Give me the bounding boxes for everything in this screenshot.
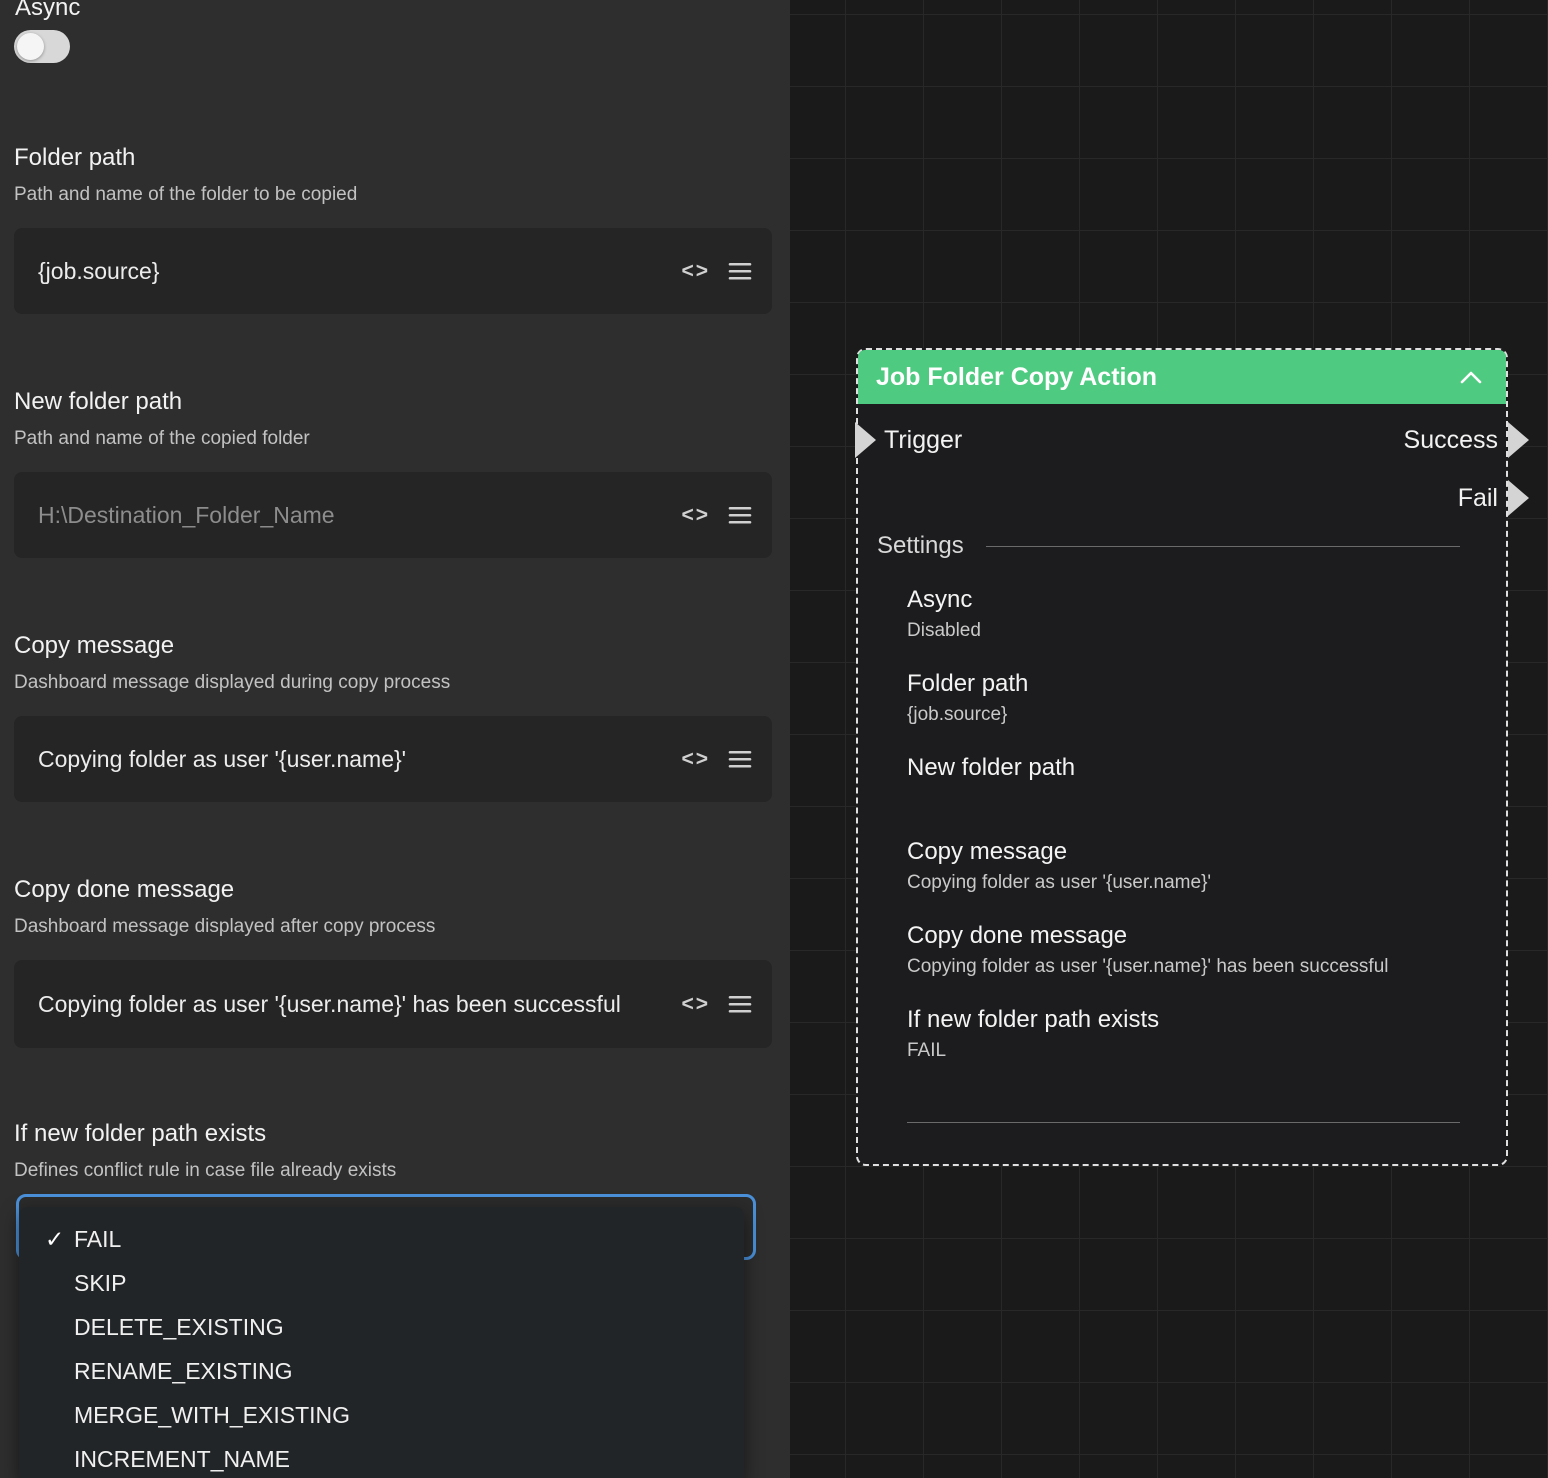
trigger-port-label: Trigger (884, 426, 962, 455)
field-group-folder-path: Folder path Path and name of the folder … (14, 144, 772, 314)
setting-value (907, 788, 1460, 812)
fail-port-label: Fail (858, 478, 1506, 518)
setting-label: Copy message (907, 838, 1460, 866)
field-group-conflict-rule: If new folder path exists Defines confli… (14, 1120, 772, 1204)
dropdown-option-rename-existing[interactable]: RENAME_EXISTING (19, 1349, 744, 1393)
field-description: Path and name of the copied folder (14, 428, 772, 450)
field-label: Folder path (14, 144, 772, 172)
setting-value: FAIL (907, 1040, 1460, 1064)
folder-path-input[interactable]: {job.source} <> (14, 228, 772, 314)
field-label: Copy done message (14, 876, 772, 904)
setting-label: If new folder path exists (907, 1006, 1460, 1034)
settings-divider (986, 546, 1460, 547)
node-setting-async: Async Disabled (907, 586, 1460, 644)
option-label: FAIL (74, 1226, 121, 1253)
copy-message-input[interactable]: Copying folder as user '{user.name}' <> (14, 716, 772, 802)
field-label: Copy message (14, 632, 772, 660)
field-group-new-folder-path: New folder path Path and name of the cop… (14, 388, 772, 558)
list-icon[interactable] (728, 505, 752, 525)
field-group-copy-done-message: Copy done message Dashboard message disp… (14, 876, 772, 1048)
dropdown-option-delete-existing[interactable]: DELETE_EXISTING (19, 1305, 744, 1349)
dropdown-option-merge-with-existing[interactable]: MERGE_WITH_EXISTING (19, 1393, 744, 1437)
setting-label: Async (907, 586, 1460, 614)
field-description: Path and name of the folder to be copied (14, 184, 772, 206)
success-output-port[interactable] (1508, 422, 1529, 458)
dropdown-option-fail[interactable]: ✓ FAIL (19, 1217, 744, 1261)
node-setting-copy-message: Copy message Copying folder as user '{us… (907, 838, 1460, 896)
list-icon[interactable] (728, 749, 752, 769)
properties-panel: Async Folder path Path and name of the f… (0, 0, 790, 1478)
check-icon: ✓ (45, 1226, 67, 1253)
toggle-knob (17, 33, 44, 60)
input-value: {job.source} (38, 254, 159, 289)
code-icon[interactable]: <> (681, 255, 710, 287)
field-group-copy-message: Copy message Dashboard message displayed… (14, 632, 772, 802)
code-icon[interactable]: <> (681, 499, 710, 531)
node-settings-list: Async Disabled Folder path {job.source} … (858, 560, 1506, 1064)
option-label: MERGE_WITH_EXISTING (74, 1402, 350, 1429)
setting-value: Copying folder as user '{user.name}' has… (907, 956, 1460, 980)
field-label: New folder path (14, 388, 772, 416)
node-setting-conflict-rule: If new folder path exists FAIL (907, 1006, 1460, 1064)
setting-label: New folder path (907, 754, 1460, 782)
node-bottom-divider (907, 1122, 1460, 1123)
conflict-rule-dropdown: ✓ FAIL SKIP DELETE_EXISTING RENAME_EXIST… (19, 1207, 744, 1478)
setting-label: Folder path (907, 670, 1460, 698)
setting-value: Disabled (907, 620, 1460, 644)
success-port-label: Success (1404, 426, 1498, 455)
fail-output-port[interactable] (1508, 480, 1529, 516)
dropdown-option-skip[interactable]: SKIP (19, 1261, 744, 1305)
node-setting-copy-done-message: Copy done message Copying folder as user… (907, 922, 1460, 980)
list-icon[interactable] (728, 261, 752, 281)
async-toggle[interactable] (14, 30, 70, 63)
node-header[interactable]: Job Folder Copy Action (858, 350, 1506, 404)
input-value: Copying folder as user '{user.name}' (38, 742, 406, 777)
option-label: RENAME_EXISTING (74, 1358, 293, 1385)
field-description: Dashboard message displayed during copy … (14, 672, 772, 694)
field-label: If new folder path exists (14, 1120, 772, 1148)
node-setting-new-folder-path: New folder path (907, 754, 1460, 812)
node-title: Job Folder Copy Action (876, 363, 1157, 392)
code-icon[interactable]: <> (681, 743, 710, 775)
list-icon[interactable] (728, 994, 752, 1014)
setting-value: Copying folder as user '{user.name}' (907, 872, 1460, 896)
new-folder-path-input[interactable]: H:\Destination_Folder_Name <> (14, 472, 772, 558)
workflow-canvas[interactable]: Job Folder Copy Action Trigger Success F… (790, 0, 1548, 1478)
setting-label: Copy done message (907, 922, 1460, 950)
option-label: INCREMENT_NAME (74, 1446, 290, 1473)
field-description: Defines conflict rule in case file alrea… (14, 1160, 772, 1182)
job-folder-copy-action-node[interactable]: Job Folder Copy Action Trigger Success F… (856, 348, 1508, 1166)
setting-value: {job.source} (907, 704, 1460, 728)
chevron-up-icon[interactable] (1460, 371, 1482, 384)
async-label: Async (15, 0, 80, 22)
input-placeholder: H:\Destination_Folder_Name (38, 498, 335, 533)
dropdown-option-increment-name[interactable]: INCREMENT_NAME (19, 1437, 744, 1478)
copy-done-message-input[interactable]: Copying folder as user '{user.name}' has… (14, 960, 772, 1048)
option-label: DELETE_EXISTING (74, 1314, 284, 1341)
input-value: Copying folder as user '{user.name}' has… (38, 987, 621, 1022)
code-icon[interactable]: <> (681, 988, 710, 1020)
node-setting-folder-path: Folder path {job.source} (907, 670, 1460, 728)
field-description: Dashboard message displayed after copy p… (14, 916, 772, 938)
option-label: SKIP (74, 1270, 126, 1297)
settings-section-label: Settings (877, 532, 964, 560)
trigger-input-port[interactable] (855, 422, 876, 458)
